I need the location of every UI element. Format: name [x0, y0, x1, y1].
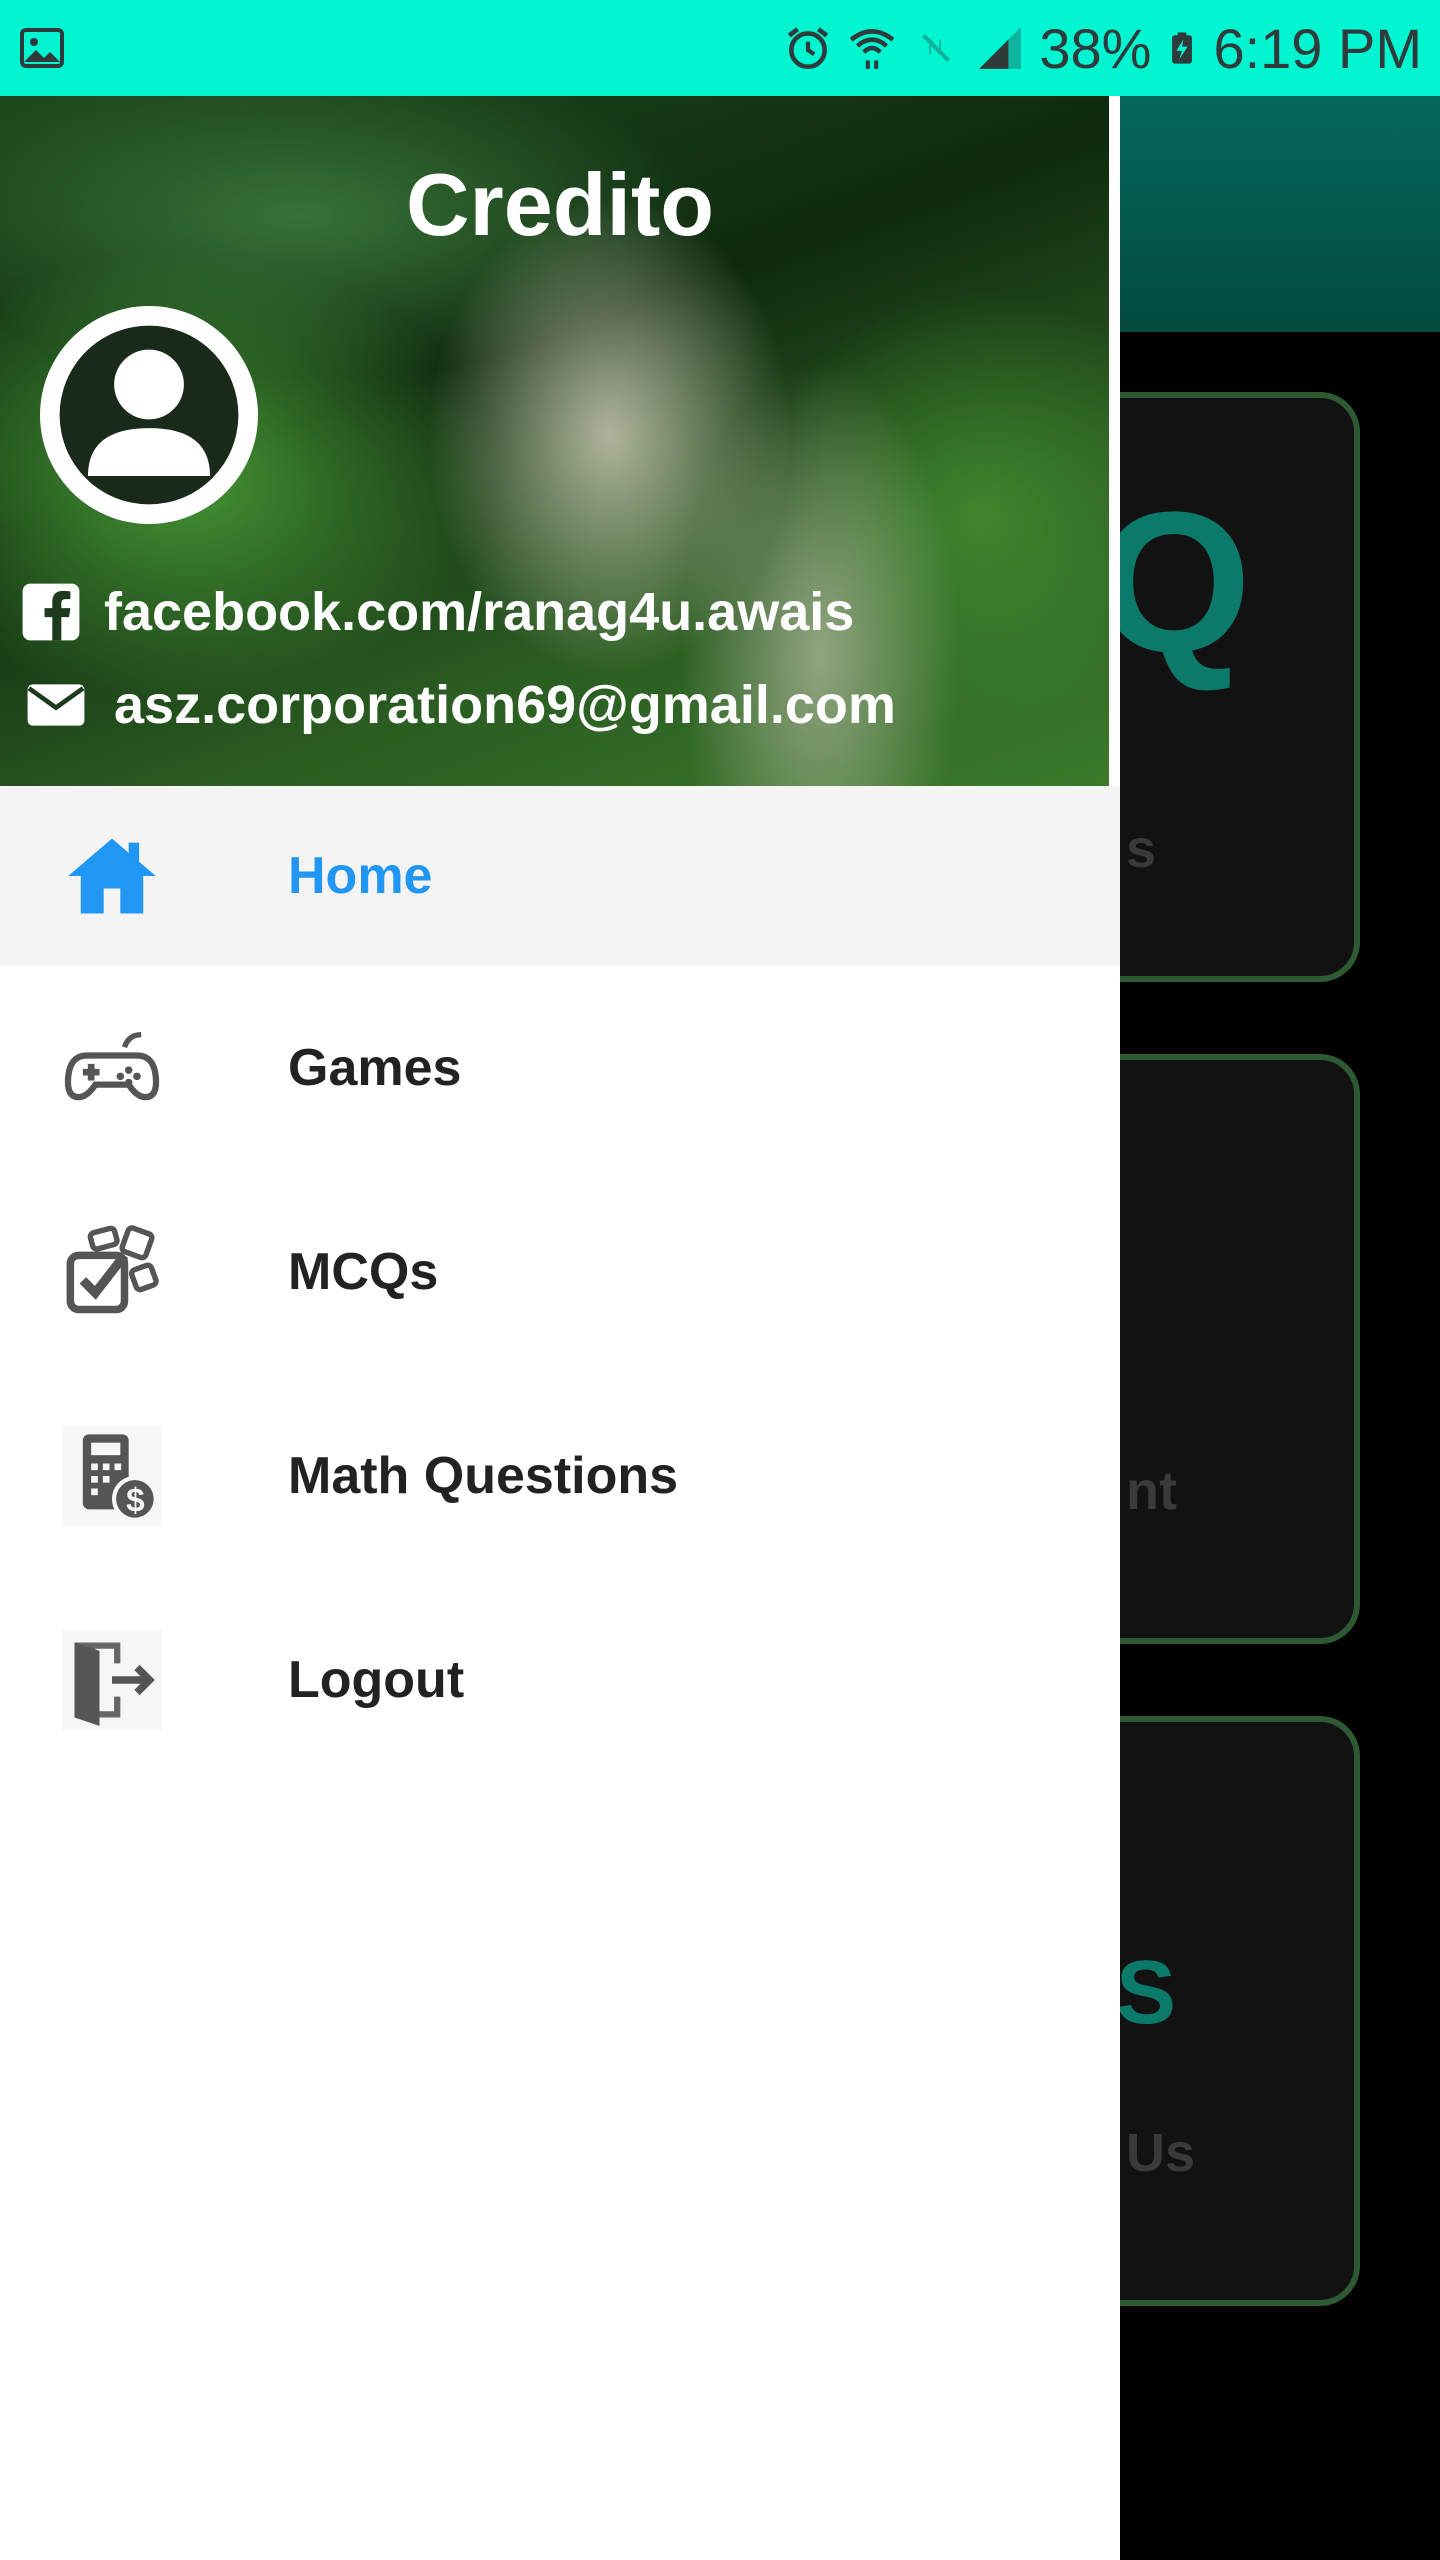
navigation-drawer: Credito facebook.com/ranag4u.awais asz.c…	[0, 96, 1120, 2560]
checklist-icon	[66, 1225, 159, 1314]
drawer-header: Credito facebook.com/ranag4u.awais asz.c…	[0, 96, 1109, 786]
no-signal-icon: N	[922, 34, 951, 62]
clock: 6:19 PM	[1213, 16, 1422, 80]
home-icon	[68, 838, 156, 914]
avatar-icon[interactable]	[40, 306, 258, 524]
app-title: Credito	[406, 155, 714, 254]
email-text: asz.corporation69@gmail.com	[114, 675, 896, 735]
facebook-text: facebook.com/ranag4u.awais	[104, 582, 855, 642]
menu-item-label: MCQs	[288, 1243, 439, 1301]
menu-item-home[interactable]: Home	[0, 786, 1120, 966]
background-card-label: s	[1126, 819, 1157, 879]
drawer-menu: Home Games MCQs $ Math Questions Logout	[0, 786, 1120, 1782]
battery-percent: 38%	[1039, 16, 1152, 80]
image-icon	[20, 28, 64, 68]
battery-charging-icon	[1172, 32, 1193, 64]
svg-text:N: N	[928, 36, 943, 59]
signal-icon	[979, 27, 1022, 69]
menu-item-mcqs[interactable]: MCQs	[0, 1170, 1120, 1374]
calculator-icon: $	[62, 1426, 162, 1526]
wifi-icon	[850, 29, 895, 69]
alarm-icon	[788, 27, 829, 70]
background-card-label: nt	[1126, 1461, 1177, 1521]
background-card-label: Us	[1126, 2123, 1196, 2183]
envelope-icon	[27, 684, 85, 726]
svg-text:$: $	[126, 1482, 145, 1519]
menu-item-games[interactable]: Games	[0, 966, 1120, 1170]
facebook-icon	[22, 583, 80, 641]
menu-item-label: Logout	[288, 1651, 465, 1709]
facebook-link[interactable]: facebook.com/ranag4u.awais	[20, 581, 854, 643]
email-link[interactable]: asz.corporation69@gmail.com	[20, 674, 896, 736]
gamepad-icon	[64, 1031, 160, 1101]
status-bar: N 38% 6:19 PM	[0, 0, 1440, 96]
menu-item-logout[interactable]: Logout	[0, 1578, 1120, 1782]
logout-icon	[62, 1630, 162, 1730]
menu-item-label: Games	[288, 1039, 462, 1097]
menu-item-math-questions[interactable]: $ Math Questions	[0, 1374, 1120, 1578]
menu-item-label: Home	[288, 847, 433, 905]
menu-item-label: Math Questions	[288, 1447, 679, 1505]
background-card-icon: S	[1116, 1943, 1177, 2043]
